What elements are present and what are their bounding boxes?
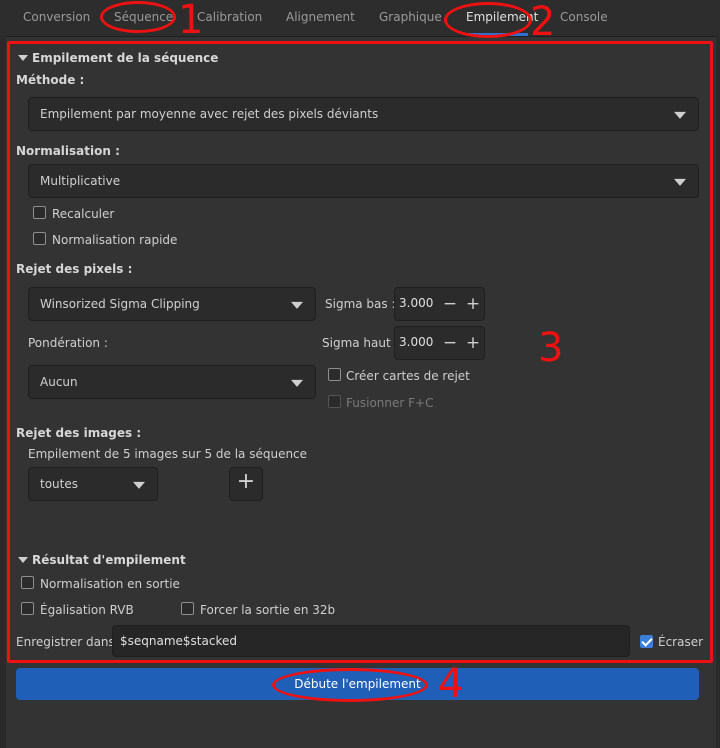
sigma-high-spinner[interactable]: 3.000 − +	[394, 326, 485, 360]
sigma-high-minus-button[interactable]: −	[439, 332, 461, 354]
save-in-label: Enregistrer dans :	[16, 635, 123, 649]
sigma-high-plus-button[interactable]: +	[462, 332, 484, 354]
result-section-title: Résultat d'empilement	[32, 553, 186, 567]
annotation-number-4: 4	[438, 661, 464, 707]
sigma-low-plus-button[interactable]: +	[462, 293, 484, 315]
sigma-low-value[interactable]: 3.000	[399, 296, 433, 310]
tab-alignment[interactable]: Alignement	[286, 10, 355, 24]
create-rejection-maps-checkbox[interactable]	[328, 368, 341, 381]
force-32bit-checkbox[interactable]	[181, 602, 194, 615]
force-32bit-label: Forcer la sortie en 32b	[200, 603, 336, 617]
start-stacking-button[interactable]: Débute l'empilement	[16, 668, 699, 700]
active-tab-indicator	[466, 33, 528, 36]
expander-triangle-icon	[18, 557, 28, 563]
method-label: Méthode :	[16, 73, 85, 87]
chevron-down-icon	[674, 111, 686, 119]
overwrite-checkbox[interactable]	[640, 635, 653, 648]
chevron-down-icon	[291, 379, 303, 387]
tab-bar: Conversion Séquence Calibration Aligneme…	[0, 0, 720, 37]
rgb-equalisation-checkbox[interactable]	[21, 602, 34, 615]
recompute-checkbox[interactable]	[33, 206, 46, 219]
rejection-select[interactable]: Winsorized Sigma Clipping	[28, 287, 316, 321]
chevron-down-icon	[291, 301, 303, 309]
expander-triangle-icon	[18, 55, 28, 61]
left-border	[0, 36, 6, 748]
tab-graph[interactable]: Graphique	[379, 10, 442, 24]
normalisation-select-value: Multiplicative	[40, 174, 121, 188]
annotation-number-3: 3	[538, 325, 564, 371]
recompute-label: Recalculer	[52, 207, 115, 221]
weighting-select[interactable]: Aucun	[28, 365, 316, 399]
stacking-section-title: Empilement de la séquence	[32, 51, 219, 65]
method-select[interactable]: Empilement par moyenne avec rejet des pi…	[28, 97, 699, 131]
normalisation-label: Normalisation :	[16, 144, 120, 158]
weighting-label: Pondération :	[28, 336, 108, 350]
output-filename-input[interactable]: $seqname$stacked	[112, 625, 630, 657]
tab-sequence[interactable]: Séquence	[114, 10, 173, 24]
pixel-rejection-label: Rejet des pixels :	[16, 262, 133, 276]
method-select-value: Empilement par moyenne avec rejet des pi…	[40, 107, 379, 121]
merge-checkbox[interactable]	[328, 395, 341, 408]
merge-label: Fusionner F+C	[346, 396, 434, 410]
normalisation-select[interactable]: Multiplicative	[28, 164, 699, 198]
sigma-high-value[interactable]: 3.000	[399, 335, 433, 349]
overwrite-label: Écraser	[658, 635, 704, 649]
image-filter-select[interactable]: toutes	[28, 467, 158, 501]
sigma-low-label: Sigma bas :	[325, 297, 396, 311]
rejection-select-value: Winsorized Sigma Clipping	[40, 297, 200, 311]
sigma-high-label: Sigma haut :	[322, 336, 399, 350]
scrollbar[interactable]	[716, 36, 720, 748]
weighting-select-value: Aucun	[40, 375, 78, 389]
stacking-section-header[interactable]: Empilement de la séquence	[18, 51, 218, 65]
rgb-equalisation-label: Égalisation RVB	[40, 603, 134, 617]
create-rejection-maps-label: Créer cartes de rejet	[346, 369, 470, 383]
tab-stacking[interactable]: Empilement	[466, 10, 538, 24]
tab-console[interactable]: Console	[560, 10, 608, 24]
image-filter-value: toutes	[40, 477, 78, 491]
image-count-text: Empilement de 5 images sur 5 de la séque…	[28, 447, 308, 461]
annotation-number-2: 2	[530, 0, 556, 45]
output-normalisation-label: Normalisation en sortie	[40, 577, 180, 591]
chevron-down-icon	[674, 178, 686, 186]
sigma-low-minus-button[interactable]: −	[439, 293, 461, 315]
output-normalisation-checkbox[interactable]	[21, 576, 34, 589]
sigma-low-spinner[interactable]: 3.000 − +	[394, 287, 485, 321]
tab-conversion[interactable]: Conversion	[23, 10, 90, 24]
annotation-number-1: 1	[178, 0, 204, 43]
image-rejection-label: Rejet des images :	[16, 426, 142, 440]
fast-normalisation-label: Normalisation rapide	[52, 233, 178, 247]
chevron-down-icon	[133, 481, 145, 489]
result-section-header[interactable]: Résultat d'empilement	[18, 553, 186, 567]
annotation-box-3	[7, 41, 713, 663]
tab-calibration[interactable]: Calibration	[197, 10, 262, 24]
add-filter-button[interactable]: +	[229, 467, 263, 501]
fast-normalisation-checkbox[interactable]	[33, 232, 46, 245]
